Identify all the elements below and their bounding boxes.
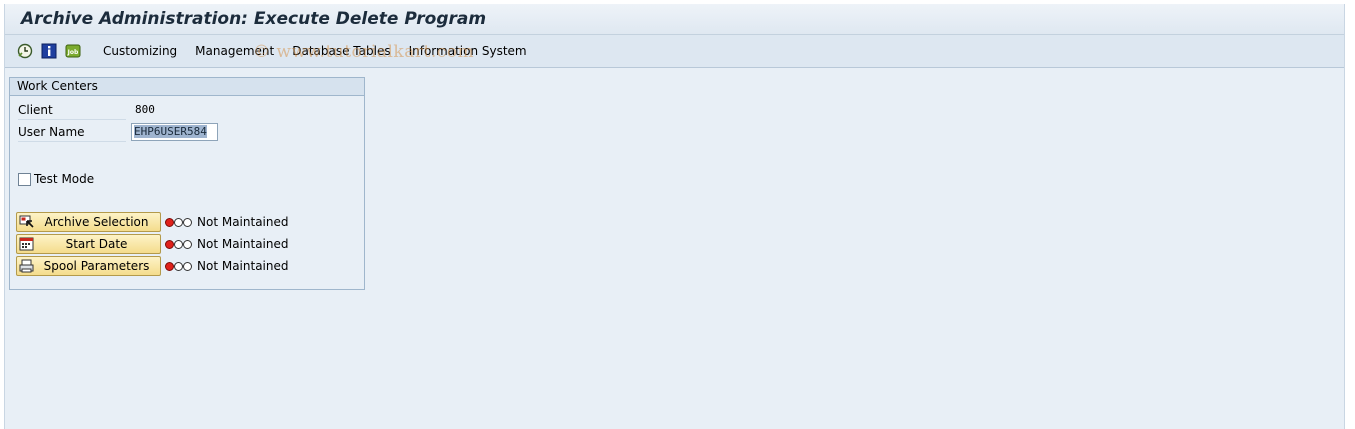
traffic-light-icon — [165, 217, 192, 227]
red-light-icon — [165, 261, 174, 271]
job-icon-text: Job — [67, 49, 79, 56]
menu-database-tables[interactable]: Database Tables — [292, 44, 390, 58]
traffic-light-icon — [165, 261, 192, 271]
test-mode-checkbox[interactable] — [18, 172, 31, 186]
spool-parameters-label: Spool Parameters — [43, 259, 150, 273]
yellow-light-icon — [174, 261, 183, 271]
job-icon[interactable]: Job — [65, 43, 81, 59]
spool-parameters-status: Not Maintained — [197, 259, 289, 273]
start-date-row: Start Date Not Maintained — [16, 234, 288, 254]
menu-information-system[interactable]: Information System — [409, 44, 527, 58]
archive-selection-icon — [19, 215, 34, 228]
page-title: Archive Administration: Execute Delete P… — [21, 9, 487, 29]
info-icon[interactable] — [41, 43, 57, 59]
yellow-light-icon — [174, 217, 183, 227]
archive-selection-status: Not Maintained — [197, 215, 289, 229]
start-date-status: Not Maintained — [197, 237, 289, 251]
spool-parameters-row: Spool Parameters Not Maintained — [16, 256, 288, 276]
test-mode-row: Test Mode — [18, 172, 94, 186]
green-light-icon — [183, 217, 192, 227]
client-row: Client 800 — [14, 101, 354, 120]
archive-selection-row: Archive Selection Not Maintained — [16, 212, 288, 232]
user-name-value: EHP6USER584 — [134, 125, 207, 138]
group-title: Work Centers — [10, 78, 364, 96]
calendar-icon — [19, 237, 34, 251]
menu-management[interactable]: Management — [195, 44, 274, 58]
archive-selection-label: Archive Selection — [44, 215, 149, 229]
title-bar: Archive Administration: Execute Delete P… — [5, 4, 1344, 35]
yellow-light-icon — [174, 239, 183, 249]
test-mode-label: Test Mode — [34, 172, 95, 186]
sap-window: Archive Administration: Execute Delete P… — [4, 4, 1345, 429]
menu-customizing[interactable]: Customizing — [103, 44, 177, 58]
red-light-icon — [165, 239, 174, 249]
application-toolbar: Job Customizing Management Database Tabl… — [5, 35, 1344, 68]
user-name-field[interactable]: EHP6USER584 — [131, 123, 218, 141]
green-light-icon — [183, 239, 192, 249]
execute-clock-icon[interactable] — [17, 43, 33, 59]
work-centers-group: Work Centers Client 800 User Name EHP6US… — [9, 77, 365, 290]
printer-icon — [19, 259, 34, 273]
green-light-icon — [183, 261, 192, 271]
traffic-light-icon — [165, 239, 192, 249]
client-label: Client — [18, 101, 126, 120]
spool-parameters-button[interactable]: Spool Parameters — [16, 256, 161, 276]
user-row: User Name EHP6USER584 — [14, 123, 354, 142]
start-date-button[interactable]: Start Date — [16, 234, 161, 254]
client-value: 800 — [135, 103, 155, 116]
red-light-icon — [165, 217, 174, 227]
archive-selection-button[interactable]: Archive Selection — [16, 212, 161, 232]
start-date-label: Start Date — [65, 237, 128, 251]
user-name-label: User Name — [18, 123, 126, 142]
